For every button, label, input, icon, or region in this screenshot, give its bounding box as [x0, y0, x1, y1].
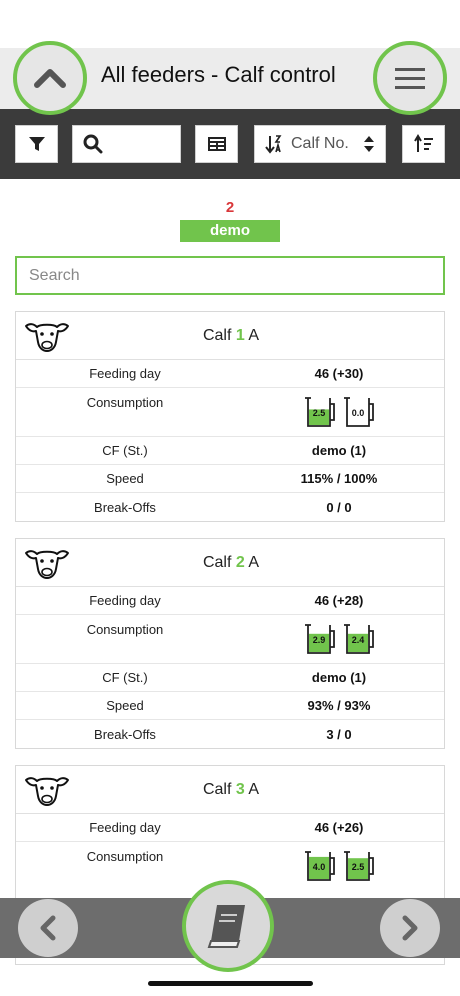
consumption-value: 2.5: [351, 862, 365, 872]
sort-alpha-icon: [265, 135, 282, 154]
consumption-values: 2.5 0.0: [234, 388, 444, 428]
feeder-count: 2: [225, 199, 235, 216]
consumption-value: 0.0: [351, 408, 365, 418]
chevron-right-icon: [402, 915, 418, 941]
calf-prefix: Calf: [202, 554, 232, 571]
filter-button[interactable]: [15, 125, 58, 163]
breakoffs-value: 3 / 0: [326, 726, 352, 742]
updown-caret-icon: [364, 136, 374, 152]
chevron-up-icon: [34, 69, 66, 88]
feeding-day-label: Feeding day: [89, 593, 161, 608]
consumption-jug: 2.9: [303, 622, 336, 655]
filter-icon: [28, 137, 45, 151]
consumption-jug: 2.4: [342, 622, 375, 655]
cf-label: CF (St.): [102, 443, 148, 458]
speed-value: 115% / 100%: [300, 471, 378, 486]
calf-card-header: Calf 2 A: [16, 539, 444, 587]
cf-row: CF (St.) demo (1): [16, 664, 444, 692]
consumption-value: 2.4: [351, 635, 365, 645]
speed-row: Speed 115% / 100%: [16, 465, 444, 493]
home-indicator: [148, 981, 313, 986]
calf-group: A: [248, 781, 260, 798]
cf-value: demo (1): [311, 443, 367, 458]
consumption-jug: 2.5: [342, 849, 375, 882]
consumption-values: 2.9 2.4: [234, 615, 444, 655]
consumption-label: Consumption: [86, 395, 164, 410]
feeding-day-value: 46 (+26): [314, 820, 364, 835]
breakoffs-label: Break-Offs: [94, 726, 156, 742]
app-screen: All feeders - Calf control Calf No. 2 de…: [0, 0, 460, 996]
breakoffs-row: Break-Offs 3 / 0: [16, 720, 444, 748]
calf-number: 2: [235, 554, 245, 571]
toolbar-search-input[interactable]: [72, 125, 181, 163]
consumption-value: 2.9: [312, 635, 326, 645]
calf-card-header: Calf 1 A: [16, 312, 444, 360]
toolbar: Calf No.: [0, 109, 460, 179]
book-icon: [207, 905, 245, 948]
scroll-up-button[interactable]: [13, 41, 87, 115]
consumption-label: Consumption: [86, 849, 164, 864]
breakoffs-row: Break-Offs 0 / 0: [16, 493, 444, 521]
calf-number: 1: [235, 327, 245, 344]
breakoffs-value: 0 / 0: [326, 499, 352, 515]
table-view-button[interactable]: [195, 125, 238, 163]
chevron-left-icon: [40, 915, 56, 941]
breakoffs-label: Break-Offs: [94, 499, 156, 515]
calf-number: 3: [235, 781, 245, 798]
speed-row: Speed 93% / 93%: [16, 692, 444, 720]
feeding-day-row: Feeding day 46 (+30): [16, 360, 444, 388]
cf-row: CF (St.) demo (1): [16, 437, 444, 465]
sort-order-icon: [413, 134, 433, 152]
calf-prefix: Calf: [202, 781, 232, 798]
calf-prefix: Calf: [202, 327, 232, 344]
calf-search-input[interactable]: [15, 256, 445, 295]
speed-value: 93% / 93%: [307, 698, 371, 713]
speed-label: Speed: [106, 698, 144, 713]
consumption-label: Consumption: [86, 622, 164, 637]
table-icon: [207, 137, 226, 151]
calf-title: Calf 3 A: [16, 781, 446, 799]
calf-group: A: [248, 554, 260, 571]
cf-value: demo (1): [311, 670, 367, 685]
consumption-jug: 0.0: [342, 395, 375, 428]
calf-title: Calf 1 A: [16, 327, 446, 345]
previous-button[interactable]: [18, 899, 78, 957]
consumption-row: Consumption 2.9 2.4: [16, 615, 444, 664]
calf-card: Calf 2 A Feeding day 46 (+28) Consumption…: [15, 538, 445, 749]
sort-select[interactable]: Calf No.: [254, 125, 386, 163]
page-title: All feeders - Calf control: [101, 62, 336, 87]
hamburger-icon: [395, 68, 425, 89]
consumption-value: 4.0: [312, 862, 326, 872]
consumption-values: 4.0 2.5: [234, 842, 444, 882]
consumption-row: Consumption 2.5 0.0: [16, 388, 444, 437]
calf-group: A: [248, 327, 260, 344]
next-button[interactable]: [380, 899, 440, 957]
sort-label: Calf No.: [291, 135, 349, 152]
consumption-jug: 2.5: [303, 395, 336, 428]
consumption-value: 2.5: [312, 408, 326, 418]
calf-title: Calf 2 A: [16, 554, 446, 572]
search-icon: [83, 134, 103, 154]
feeding-day-row: Feeding day 46 (+26): [16, 814, 444, 842]
menu-button[interactable]: [373, 41, 447, 115]
feeding-day-label: Feeding day: [89, 366, 161, 381]
feeding-day-label: Feeding day: [89, 820, 161, 835]
sort-order-button[interactable]: [402, 125, 445, 163]
feeding-day-row: Feeding day 46 (+28): [16, 587, 444, 615]
journal-button[interactable]: [182, 880, 274, 972]
consumption-jug: 4.0: [303, 849, 336, 882]
calf-card: Calf 1 A Feeding day 46 (+30) Consumption…: [15, 311, 445, 522]
cf-label: CF (St.): [102, 670, 148, 685]
feeding-day-value: 46 (+30): [314, 366, 364, 381]
calf-card-header: Calf 3 A: [16, 766, 444, 814]
speed-label: Speed: [106, 471, 144, 486]
feeding-day-value: 46 (+28): [314, 593, 364, 608]
feeder-badge[interactable]: demo: [180, 220, 280, 242]
